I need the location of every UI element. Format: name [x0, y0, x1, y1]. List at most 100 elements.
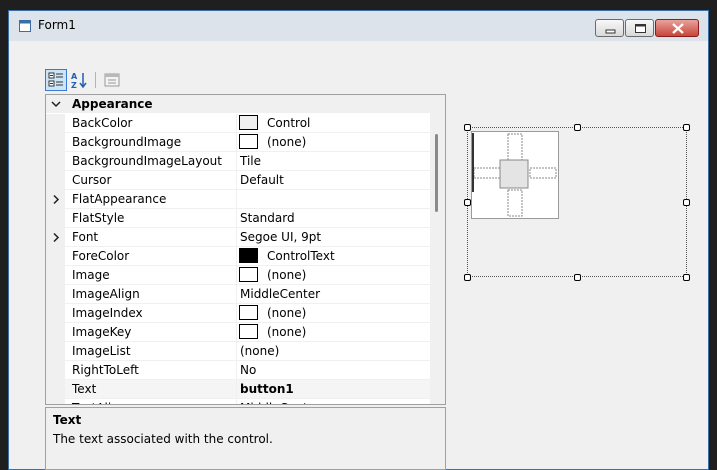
property-pages-icon: [104, 73, 120, 87]
property-value[interactable]: Control: [267, 116, 310, 130]
property-row-backgroundimage[interactable]: BackgroundImage (none): [46, 133, 445, 152]
property-name: BackgroundImage: [72, 135, 182, 149]
svg-text:Z: Z: [71, 81, 77, 90]
row-gutter: [46, 209, 65, 228]
column-splitter[interactable]: [236, 323, 237, 342]
property-value[interactable]: (none): [267, 268, 306, 282]
category-label: Appearance: [72, 97, 153, 111]
column-splitter[interactable]: [236, 114, 237, 133]
row-gutter: [46, 361, 65, 380]
property-name: Text: [72, 382, 97, 396]
property-value[interactable]: Segoe UI, 9pt: [240, 230, 321, 244]
column-splitter[interactable]: [236, 380, 237, 399]
close-button[interactable]: [655, 19, 699, 37]
column-splitter[interactable]: [236, 133, 237, 152]
dock-layout-icon[interactable]: [472, 132, 558, 218]
property-row-cursor[interactable]: Cursor Default: [46, 171, 445, 190]
categorized-icon: [48, 72, 63, 87]
property-name: FlatStyle: [72, 211, 125, 225]
property-row-font[interactable]: Font Segoe UI, 9pt: [46, 228, 445, 247]
property-row-image[interactable]: Image (none): [46, 266, 445, 285]
property-row-imagekey[interactable]: ImageKey (none): [46, 323, 445, 342]
row-gutter: [46, 380, 65, 399]
scrollbar-thumb[interactable]: [435, 134, 438, 212]
property-value[interactable]: Default: [240, 173, 284, 187]
property-value[interactable]: (none): [240, 344, 279, 358]
column-splitter[interactable]: [236, 171, 237, 190]
form-client-area: A Z Appearance BackColor Control Backgro…: [9, 41, 708, 470]
column-splitter[interactable]: [236, 342, 237, 361]
resize-handle-bottom[interactable]: [574, 274, 581, 281]
button-designer[interactable]: [464, 124, 690, 281]
property-grid[interactable]: Appearance BackColor Control BackgroundIma…: [45, 94, 446, 405]
property-row-text[interactable]: Text button1: [46, 380, 445, 399]
property-row-forecolor[interactable]: ForeColor ControlText: [46, 247, 445, 266]
description-panel: Text The text associated with the contro…: [45, 407, 446, 470]
property-value[interactable]: (none): [267, 306, 306, 320]
resize-handle-top[interactable]: [574, 124, 581, 131]
column-splitter[interactable]: [236, 399, 237, 404]
resize-handle-left[interactable]: [464, 199, 471, 206]
minimize-icon: [605, 29, 616, 34]
column-splitter[interactable]: [236, 152, 237, 171]
chevron-right-icon[interactable]: [51, 194, 61, 205]
column-splitter[interactable]: [236, 228, 237, 247]
column-splitter[interactable]: [236, 209, 237, 228]
color-swatch: [239, 115, 258, 130]
property-value[interactable]: button1: [240, 382, 294, 396]
maximize-button[interactable]: [625, 19, 654, 37]
column-splitter[interactable]: [236, 247, 237, 266]
property-row-textalign[interactable]: TextAlign MiddleCenter: [46, 399, 445, 404]
title-bar[interactable]: Form1: [9, 11, 708, 41]
row-gutter: [46, 342, 65, 361]
alphabetical-button[interactable]: A Z: [69, 69, 91, 91]
property-value[interactable]: (none): [267, 325, 306, 339]
property-value[interactable]: MiddleCenter: [240, 287, 320, 301]
resize-handle-bottom-right[interactable]: [683, 274, 690, 281]
dock-editor[interactable]: [471, 131, 559, 219]
row-gutter: [46, 171, 65, 190]
property-value[interactable]: Tile: [240, 154, 261, 168]
property-row-imagealign[interactable]: ImageAlign MiddleCenter: [46, 285, 445, 304]
column-splitter[interactable]: [236, 361, 237, 380]
property-pages-button[interactable]: [101, 69, 123, 91]
resize-handle-bottom-left[interactable]: [464, 274, 471, 281]
property-row-imageindex[interactable]: ImageIndex (none): [46, 304, 445, 323]
row-gutter: [46, 133, 65, 152]
column-splitter[interactable]: [236, 304, 237, 323]
toolbar-separator: [95, 72, 96, 88]
color-swatch: [239, 267, 258, 282]
property-value[interactable]: ControlText: [267, 249, 335, 263]
property-value[interactable]: Standard: [240, 211, 295, 225]
property-value[interactable]: (none): [267, 135, 306, 149]
property-row-flatappearance[interactable]: FlatAppearance: [46, 190, 445, 209]
column-splitter[interactable]: [236, 190, 237, 209]
property-name: ImageAlign: [72, 287, 140, 301]
column-splitter[interactable]: [236, 285, 237, 304]
svg-text:A: A: [71, 72, 78, 81]
property-value[interactable]: MiddleCenter: [240, 401, 320, 404]
row-gutter: [46, 152, 65, 171]
property-row-backgroundimagelayout[interactable]: BackgroundImageLayout Tile: [46, 152, 445, 171]
resize-handle-right[interactable]: [683, 199, 690, 206]
property-name: ImageIndex: [72, 306, 143, 320]
column-splitter[interactable]: [236, 266, 237, 285]
color-swatch: [239, 305, 258, 320]
vertical-scrollbar[interactable]: [430, 95, 445, 404]
categorized-button[interactable]: [45, 69, 67, 91]
property-row-righttoleft[interactable]: RightToLeft No: [46, 361, 445, 380]
category-appearance[interactable]: Appearance: [46, 95, 445, 113]
resize-handle-top-left[interactable]: [464, 124, 471, 131]
row-gutter: [46, 266, 65, 285]
property-row-backcolor[interactable]: BackColor Control: [46, 114, 445, 133]
property-row-flatstyle[interactable]: FlatStyle Standard: [46, 209, 445, 228]
form-window: Form1 A Z Appearance BackColor Control B…: [8, 10, 709, 470]
chevron-right-icon[interactable]: [51, 232, 61, 243]
row-gutter: [46, 247, 65, 266]
minimize-button[interactable]: [595, 19, 624, 37]
chevron-down-icon[interactable]: [50, 97, 62, 111]
resize-handle-top-right[interactable]: [683, 124, 690, 131]
property-value[interactable]: No: [240, 363, 256, 377]
window-title: Form1: [38, 18, 76, 32]
property-row-imagelist[interactable]: ImageList (none): [46, 342, 445, 361]
